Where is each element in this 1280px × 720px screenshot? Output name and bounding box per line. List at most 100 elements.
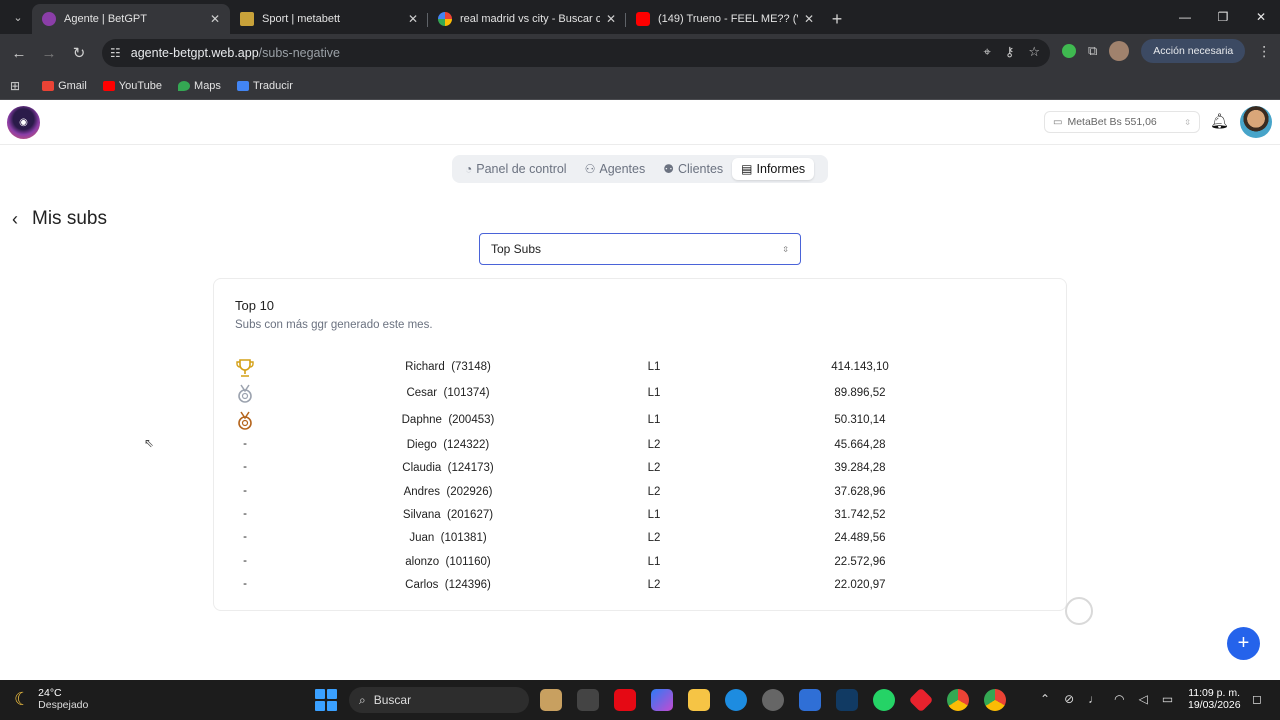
tab-label: Agentes (599, 162, 646, 176)
url-input[interactable]: ☷ agente-betgpt.web.app/subs-negative ⌖ … (102, 39, 1050, 67)
weather-temp: 24°C (38, 687, 62, 699)
users-icon: ⚉ (663, 162, 674, 176)
user-avatar[interactable] (1240, 106, 1272, 138)
wifi-icon[interactable]: ◠ (1114, 692, 1124, 706)
add-fab-button[interactable]: + (1227, 627, 1260, 660)
browser-tab-bar: ⌄ Agente | BetGPT ✕ Sport | metabett ✕ r… (0, 0, 1280, 34)
sub-amount: 39.284,28 (834, 462, 886, 474)
table-row: - Carlos (124396) L2 22.020,97 (214, 576, 1068, 596)
site-info-icon[interactable]: ☷ (110, 46, 121, 60)
tab-agentes[interactable]: ⚇ Agentes (576, 158, 655, 180)
tab-panel-de-control[interactable]: ◔ Panel de control (456, 158, 576, 180)
back-chevron-icon[interactable]: ‹ (12, 209, 18, 230)
chevron-up-icon[interactable]: ⌃ (1040, 692, 1050, 706)
tab-title: Sport | metabett (262, 13, 341, 25)
tab-informes[interactable]: ▤ Informes (732, 158, 815, 180)
bronze-medal-icon (234, 411, 256, 431)
notification-icon[interactable]: ◻ (1252, 692, 1262, 706)
back-icon[interactable]: ← (4, 45, 34, 62)
browser-tab[interactable]: Sport | metabett ✕ (230, 4, 428, 34)
close-tab-icon[interactable]: ✕ (804, 12, 814, 26)
table-row: Richard (73148) L1 414.143,10 (214, 358, 1068, 378)
plus-icon: + (1237, 632, 1250, 654)
select-value: Top Subs (491, 242, 542, 256)
sub-level: L1 (647, 361, 661, 373)
profile-avatar[interactable] (1109, 41, 1130, 61)
chrome-profile-icon[interactable] (984, 689, 1006, 711)
whatsapp-icon[interactable] (873, 689, 895, 711)
edge-icon[interactable] (725, 689, 747, 711)
close-window-icon[interactable]: ✕ (1242, 0, 1280, 34)
star-icon[interactable]: ☆ (1028, 44, 1040, 60)
bookmark-youtube[interactable]: YouTube (102, 80, 162, 92)
minimize-icon[interactable]: — (1166, 0, 1204, 34)
task-view-icon[interactable] (577, 689, 599, 711)
browser-tab[interactable]: (149) Trueno - FEEL ME?? (Vide ✕ (626, 4, 824, 34)
file-explorer-icon[interactable] (688, 689, 710, 711)
bookmark-gmail[interactable]: Gmail (42, 80, 87, 92)
system-clock[interactable]: 11:09 p. m. 19/03/2026 (1188, 687, 1241, 711)
clock-date: 19/03/2026 (1188, 699, 1241, 711)
translate-icon (236, 80, 249, 91)
forward-icon[interactable]: → (34, 45, 64, 62)
menu-kebab-icon[interactable]: ⋮ (1257, 43, 1271, 60)
chrome-icon[interactable] (947, 689, 969, 711)
browser-tab[interactable]: real madrid vs city - Buscar con ✕ (428, 4, 626, 34)
youtube-icon (636, 12, 650, 26)
gmail-icon (42, 80, 55, 91)
table-row: - Andres (202926) L2 37.628,96 (214, 483, 1068, 503)
weather-widget[interactable]: ☾ 24°C Despejado (14, 687, 88, 711)
app-icon[interactable] (908, 687, 934, 713)
puzzle-icon[interactable]: ⧉ (1088, 43, 1097, 59)
browser-tab-active[interactable]: Agente | BetGPT ✕ (32, 4, 230, 34)
wallet-selector[interactable]: ▭ MetaBet Bs 551,06 ⇳ (1044, 111, 1200, 133)
address-bar-row: ← → ↻ ☷ agente-betgpt.web.app/subs-negat… (0, 34, 1280, 72)
battery-icon[interactable]: ▭ (1162, 692, 1173, 706)
table-row: - Claudia (124173) L2 39.284,28 (214, 459, 1068, 479)
tab-clientes[interactable]: ⚉ Clientes (654, 158, 732, 180)
taskbar-search[interactable]: ⌕ Buscar (349, 687, 529, 713)
restore-icon[interactable]: ❐ (1204, 0, 1242, 34)
key-icon[interactable]: ⚷ (1005, 44, 1015, 60)
sub-level: L2 (647, 532, 661, 544)
tab-search-button[interactable]: ⌄ (4, 3, 32, 31)
url-path: /subs-negative (258, 46, 340, 60)
apps-grid-icon[interactable]: ⊞ (10, 79, 20, 93)
app-logo[interactable]: ◉ (7, 106, 40, 139)
volume-icon[interactable]: ◁ (1139, 692, 1148, 706)
search-icon: ⌕ (359, 692, 366, 707)
location-icon[interactable]: ⌖ (983, 44, 990, 60)
copilot-icon[interactable] (651, 689, 673, 711)
action-required-button[interactable]: Acción necesaria (1141, 39, 1246, 63)
netflix-icon[interactable] (614, 689, 636, 711)
search-label: Buscar (373, 693, 412, 707)
card-subtitle: Subs con más ggr generado este mes. (235, 319, 433, 331)
settings-icon[interactable] (762, 689, 784, 711)
updown-icon: ⇳ (1184, 117, 1191, 127)
close-tab-icon[interactable]: ✕ (210, 12, 220, 26)
microphone-icon[interactable]: ♩ (1088, 692, 1100, 706)
reload-icon[interactable]: ↻ (64, 44, 94, 62)
bookmark-label: Maps (194, 79, 221, 92)
widget-icon[interactable] (540, 689, 562, 711)
start-button[interactable] (315, 689, 337, 711)
report-type-select[interactable]: Top Subs ⇳ (479, 233, 801, 265)
close-tab-icon[interactable]: ✕ (408, 12, 418, 26)
tab-title: Agente | BetGPT (64, 13, 147, 25)
rank-label: - (243, 485, 247, 497)
extension-icon[interactable] (1062, 44, 1076, 58)
store-icon[interactable] (799, 689, 821, 711)
dashboard-icon: ◔ (465, 162, 473, 176)
table-row: - alonzo (101160) L1 22.572,96 (214, 553, 1068, 573)
bookmark-maps[interactable]: Maps (178, 80, 221, 92)
bell-icon[interactable]: 🔔︎ (1210, 112, 1229, 130)
network-off-icon[interactable]: ⊘ (1064, 692, 1074, 706)
sub-name: Richard (73148) (405, 361, 491, 373)
close-tab-icon[interactable]: ✕ (606, 12, 616, 26)
disney-icon[interactable] (836, 689, 858, 711)
sub-name: Cesar (101374) (406, 387, 490, 399)
mouse-cursor-icon: ⇖ (144, 436, 155, 450)
tab-label: Panel de control (476, 162, 567, 176)
new-tab-button[interactable]: + (824, 4, 850, 34)
bookmark-traducir[interactable]: Traducir (236, 80, 293, 92)
